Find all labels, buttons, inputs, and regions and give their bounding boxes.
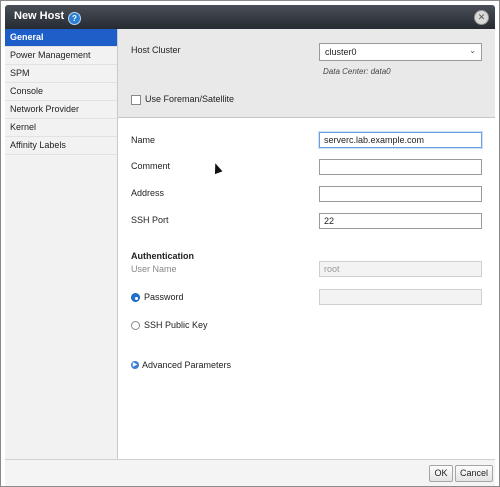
cancel-button[interactable]: Cancel: [455, 465, 493, 482]
password-label: Password: [144, 292, 184, 302]
authentication-heading: Authentication: [131, 251, 194, 261]
sidebar-item-affinity-labels[interactable]: Affinity Labels: [5, 137, 117, 155]
name-input[interactable]: serverc.lab.example.com: [319, 132, 482, 148]
host-cluster-label: Host Cluster: [131, 45, 181, 55]
sidebar-item-spm[interactable]: SPM: [5, 65, 117, 83]
ssh-port-input[interactable]: 22: [319, 213, 482, 229]
help-icon[interactable]: ?: [68, 12, 81, 25]
sidebar-item-console[interactable]: Console: [5, 83, 117, 101]
new-host-dialog: New Host ? ✕ General Power Management SP…: [0, 0, 500, 487]
host-cluster-select[interactable]: cluster0 ⌄: [319, 43, 482, 61]
sidebar-item-power-management[interactable]: Power Management: [5, 47, 117, 65]
address-input[interactable]: [319, 186, 482, 202]
sidebar-item-general[interactable]: General: [5, 29, 117, 47]
sidebar-item-network-provider[interactable]: Network Provider: [5, 101, 117, 119]
dialog-footer: OK Cancel: [5, 459, 495, 486]
ssh-public-key-label: SSH Public Key: [144, 320, 208, 330]
foreman-label: Use Foreman/Satellite: [145, 94, 235, 104]
data-center-text: Data Center: data0: [323, 67, 391, 76]
ok-button[interactable]: OK: [429, 465, 453, 482]
password-radio[interactable]: [131, 293, 140, 302]
ssh-port-label: SSH Port: [131, 215, 169, 225]
address-label: Address: [131, 188, 165, 198]
host-cluster-value: cluster0: [325, 47, 357, 57]
dialog-titlebar: New Host ? ✕: [5, 5, 495, 29]
comment-input[interactable]: [319, 159, 482, 175]
chevron-down-icon: ⌄: [469, 46, 476, 55]
foreman-checkbox[interactable]: [131, 95, 141, 105]
username-label: User Name: [131, 264, 177, 274]
dialog-title: New Host: [14, 10, 65, 22]
sidebar-item-kernel[interactable]: Kernel: [5, 119, 117, 137]
ssh-public-key-radio[interactable]: [131, 321, 140, 330]
mouse-cursor-icon: [211, 161, 223, 175]
sidebar: General Power Management SPM Console Net…: [5, 29, 118, 459]
name-label: Name: [131, 135, 156, 145]
expand-icon[interactable]: ▶: [131, 361, 139, 369]
password-input[interactable]: [319, 289, 482, 305]
comment-label: Comment: [131, 161, 171, 171]
username-input: root: [319, 261, 482, 277]
advanced-parameters-toggle[interactable]: Advanced Parameters: [142, 360, 231, 370]
close-icon[interactable]: ✕: [474, 10, 489, 25]
